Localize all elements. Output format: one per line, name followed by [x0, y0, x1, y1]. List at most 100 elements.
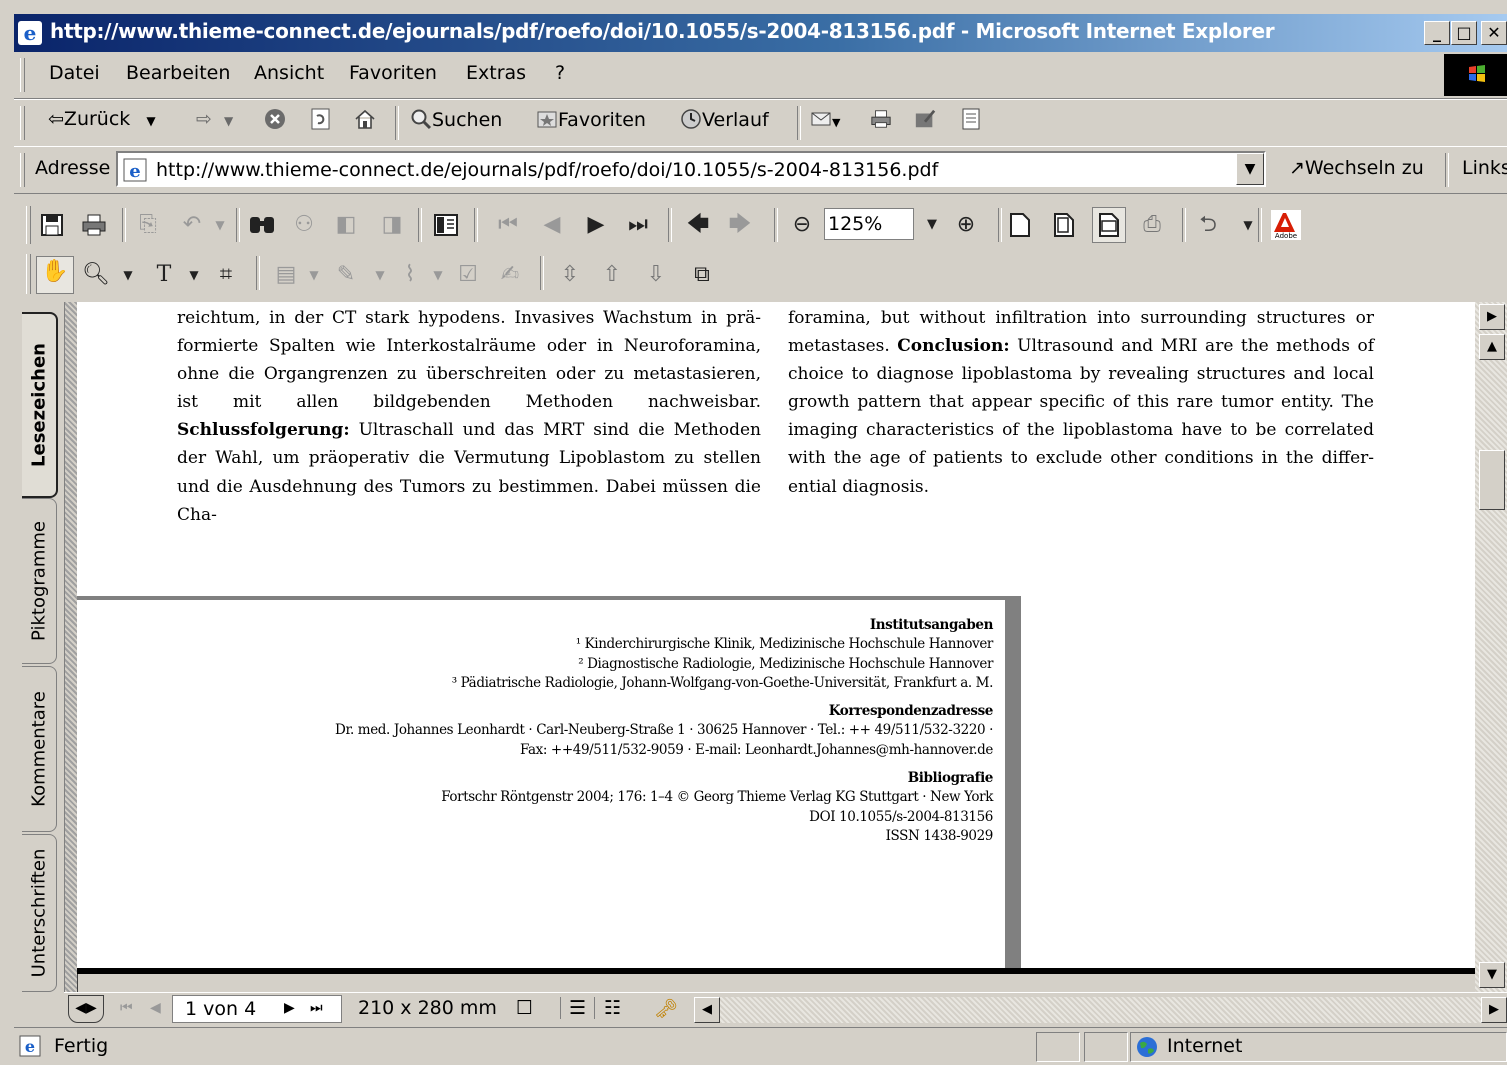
actual-size-icon[interactable] [1006, 210, 1034, 240]
continuous-facing-layout-icon[interactable]: ☷ [604, 997, 621, 1019]
fit-page-icon[interactable] [1050, 210, 1078, 240]
highlight-tool-icon[interactable]: ⌇ [396, 260, 424, 290]
undo-icon[interactable]: ↶ [178, 210, 206, 240]
zoom-tool-icon[interactable]: 🔍︎ [82, 260, 110, 290]
zoom-out-icon[interactable]: ⊖ [788, 210, 816, 240]
hand-tool-icon[interactable]: ✋ [36, 256, 74, 294]
show-navigation-pane-icon[interactable] [432, 210, 460, 240]
single-page-layout-icon[interactable]: ☐ [516, 997, 533, 1019]
tab-thumbnails[interactable]: Piktogramme [22, 498, 57, 664]
pencil-dropdown-icon[interactable]: ▼ [366, 260, 394, 290]
zoom-dropdown-icon[interactable]: ▼ [918, 210, 946, 240]
toggle-pane-button[interactable]: ◀▶ [68, 995, 104, 1023]
adobe-logo-icon[interactable]: Adobe [1270, 210, 1302, 240]
scroll-left-button[interactable]: ◀ [694, 997, 720, 1023]
menu-datei[interactable]: Datei [49, 62, 100, 84]
menu-extras[interactable]: Extras [466, 62, 526, 84]
page-layout-icon[interactable]: ⧉ [688, 260, 716, 290]
page-split-arrow-icon[interactable]: ▶ [1479, 304, 1505, 330]
scroll-up-button[interactable]: ▲ [1479, 334, 1505, 360]
menu-ansicht[interactable]: Ansicht [254, 62, 324, 84]
maximize-button[interactable]: □ [1451, 21, 1477, 45]
note-dropdown-icon[interactable]: ▼ [300, 260, 328, 290]
first-page-icon[interactable]: ⏮ [494, 210, 522, 240]
graphics-select-tool-icon[interactable]: ⌗ [212, 260, 240, 290]
internet-globe-icon [1137, 1037, 1157, 1057]
previous-view-doc-icon[interactable]: ◧ [332, 210, 360, 240]
scroll-thumb[interactable] [1479, 450, 1505, 510]
next-page-icon[interactable]: ▶ [582, 210, 610, 240]
note-tool-icon[interactable]: ▤ [272, 260, 300, 290]
menu-favoriten[interactable]: Favoriten [349, 62, 437, 84]
stop-button[interactable] [264, 108, 286, 131]
save-icon[interactable] [38, 210, 66, 240]
fit-visible-icon[interactable]: ⇳ [556, 260, 584, 290]
undo-dropdown-icon[interactable]: ▼ [206, 210, 234, 240]
favorites-label: Favoriten [558, 109, 646, 131]
discuss-button[interactable] [960, 108, 982, 131]
right-column-text: Ultrasound and MRI are the methods of ch… [788, 336, 1374, 497]
minimize-button[interactable]: _ [1424, 21, 1450, 45]
sign-tool-icon[interactable]: ✍ [496, 260, 524, 290]
vertical-scrollbar[interactable]: ▶ ▲ ▼ [1475, 302, 1507, 994]
reflow-icon[interactable]: ⎙ [1138, 210, 1166, 240]
previous-page-button[interactable]: ◀ [150, 1000, 161, 1016]
refresh-icon [311, 108, 330, 130]
toolbar-grip [26, 254, 31, 294]
scroll-down-button[interactable]: ▼ [1479, 962, 1505, 988]
back-button[interactable]: ⇦Zurück ▼ [48, 108, 156, 130]
scroll-down-icon[interactable]: ⇩ [642, 260, 670, 290]
find-icon[interactable] [248, 210, 276, 240]
last-page-icon[interactable]: ⏭ [624, 210, 652, 240]
tab-bookmarks[interactable]: Lesezeichen [22, 312, 58, 498]
tab-signatures[interactable]: Unterschriften [22, 834, 57, 992]
scroll-up-icon[interactable]: ⇧ [598, 260, 626, 290]
rotate-view-icon[interactable]: ⮌ [1194, 210, 1222, 240]
last-page-button[interactable]: ⏭ [310, 1000, 323, 1016]
highlight-dropdown-icon[interactable]: ▼ [424, 260, 452, 290]
address-dropdown-button[interactable]: ▼ [1236, 153, 1264, 185]
spell-check-icon[interactable]: ☑ [454, 260, 482, 290]
pencil-tool-icon[interactable]: ✎ [332, 260, 360, 290]
pdf-document-view[interactable]: reichtum, in der CT stark hypodens. Inva… [77, 302, 1475, 974]
search-pdf-icon[interactable]: ⚇ [290, 210, 318, 240]
print-button[interactable] [870, 108, 892, 131]
tab-comments[interactable]: Kommentare [22, 666, 57, 832]
address-input[interactable]: e http://www.thieme-connect.de/ejournals… [116, 151, 1266, 187]
home-button[interactable] [354, 108, 376, 131]
go-button[interactable]: ↗Wechseln zu [1289, 157, 1424, 179]
previous-page-icon[interactable]: ◀ [538, 210, 566, 240]
text-select-dropdown-icon[interactable]: ▼ [180, 260, 208, 290]
menu-bearbeiten[interactable]: Bearbeiten [126, 62, 230, 84]
institution-line: ³ Pädiatrische Radiologie, Johann-Wolfga… [451, 674, 994, 691]
search-button[interactable]: Suchen [410, 108, 502, 131]
go-forward-icon[interactable]: 🡆 [726, 210, 754, 240]
go-back-icon[interactable]: 🡄 [684, 210, 712, 240]
back-dropdown-icon[interactable]: ▼ [146, 114, 155, 128]
bibliography-line: Fortschr Röntgenstr 2004; 176: 1–4 © Geo… [441, 789, 993, 806]
next-page-button[interactable]: ▶ [284, 1000, 295, 1016]
zoom-input[interactable]: 125% [824, 208, 914, 240]
history-button[interactable]: Verlauf [680, 108, 769, 131]
menu-help[interactable]: ? [555, 62, 565, 84]
close-button[interactable]: ✕ [1481, 21, 1507, 45]
zoom-in-icon[interactable]: ⊕ [952, 210, 980, 240]
continuous-layout-icon[interactable]: ☰ [560, 997, 596, 1019]
zoom-tool-dropdown-icon[interactable]: ▼ [114, 260, 142, 290]
text-select-tool-icon[interactable]: T [150, 260, 178, 290]
mail-button[interactable]: ▼ [810, 108, 840, 131]
windows-logo [1444, 54, 1507, 96]
scroll-right-button[interactable]: ▶ [1481, 997, 1507, 1023]
edit-button[interactable] [914, 108, 936, 131]
first-page-button[interactable]: ⏮ [120, 1000, 133, 1016]
refresh-button[interactable] [310, 108, 332, 131]
copy-icon[interactable]: ⎘ [134, 210, 162, 240]
navigation-pane-splitter[interactable] [64, 302, 78, 992]
favorites-button[interactable]: Favoriten [536, 108, 646, 131]
print-icon[interactable] [80, 210, 108, 240]
fit-width-icon[interactable] [1092, 207, 1126, 243]
forward-button[interactable]: ⇨ ▼ [196, 108, 233, 130]
horizontal-scrollbar[interactable]: ◀ ▶ [694, 997, 1507, 1023]
links-button[interactable]: Links [1462, 157, 1507, 179]
next-view-doc-icon[interactable]: ◨ [378, 210, 406, 240]
